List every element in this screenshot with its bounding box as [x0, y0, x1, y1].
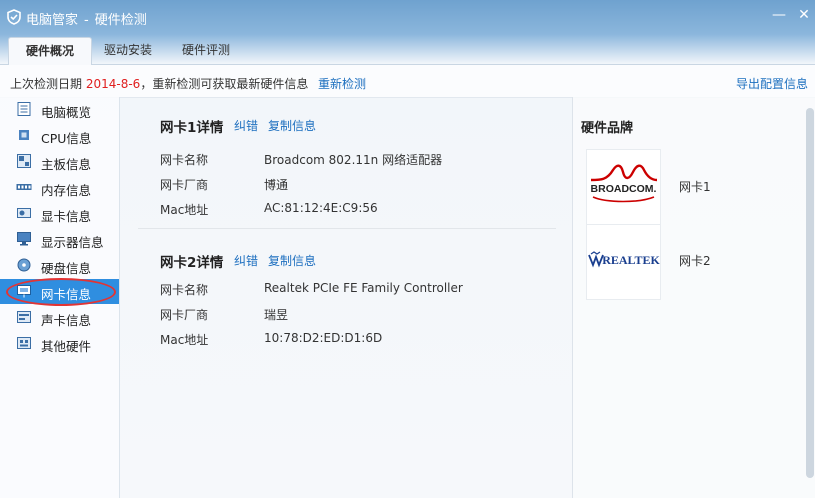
nic1-mac-label: Mac地址	[160, 203, 209, 217]
title-bar: 电脑管家 - 硬件检测 — ✕	[0, 0, 815, 34]
realtek-logo-text: REALTEK	[602, 253, 660, 267]
sidebar-item-other[interactable]: 其他硬件	[0, 331, 119, 356]
nic1-mac-value: AC:81:12:4E:C9:56	[264, 201, 378, 215]
section-name: 硬件检测	[94, 13, 147, 28]
section-divider	[138, 228, 556, 229]
broadcom-logo: BROADCOM.	[586, 149, 661, 225]
tab-hardware-benchmark[interactable]: 硬件评测	[170, 37, 242, 64]
tab-driver-install[interactable]: 驱动安装	[92, 37, 164, 64]
export-config-link[interactable]: 导出配置信息	[736, 75, 808, 92]
nic1-copy-link[interactable]: 复制信息	[268, 117, 316, 134]
tab-hardware-overview[interactable]: 硬件概况	[8, 37, 92, 65]
sound-icon	[16, 310, 32, 324]
sidebar-item-label: 显示器信息	[41, 235, 104, 250]
motherboard-icon	[16, 154, 32, 168]
other-icon	[16, 336, 32, 350]
sidebar-item-label: 电脑概览	[41, 105, 92, 120]
recheck-link[interactable]: 重新检测	[318, 75, 366, 92]
sidebar-item-memory[interactable]: 内存信息	[0, 175, 119, 200]
last-check-date: 2014-8-6	[85, 77, 141, 91]
nic2-mac-label: Mac地址	[160, 333, 209, 347]
sidebar-item-label: 声卡信息	[41, 313, 92, 328]
sidebar-item-sound[interactable]: 声卡信息	[0, 305, 119, 330]
sidebar-item-label: CPU信息	[41, 131, 92, 146]
app-name: 电脑管家	[26, 13, 79, 28]
minimize-button[interactable]: —	[768, 6, 790, 24]
sidebar-item-monitor[interactable]: 显示器信息	[0, 227, 119, 252]
nic2-name-label: 网卡名称	[160, 283, 209, 297]
sidebar-item-cpu[interactable]: CPU信息	[0, 123, 119, 148]
disk-icon	[16, 258, 32, 272]
brand2-label: 网卡2	[679, 254, 711, 268]
highlight-oval	[6, 278, 116, 306]
realtek-logo: REALTEK	[586, 224, 661, 300]
close-button[interactable]: ✕	[793, 6, 815, 24]
info-bar: 上次检测日期 2014-8-6，重新检测可获取最新硬件信息 重新检测 导出配置信…	[0, 65, 815, 98]
last-check-suffix: ，重新检测可获取最新硬件信息	[140, 77, 309, 91]
last-check-prefix: 上次检测日期	[10, 77, 83, 91]
title-separator: -	[84, 13, 89, 28]
last-check-text: 上次检测日期 2014-8-6，重新检测可获取最新硬件信息	[10, 75, 308, 92]
nic1-name-label: 网卡名称	[160, 153, 209, 167]
monitor-icon	[16, 232, 32, 246]
nic1-correct-link[interactable]: 纠错	[234, 117, 258, 134]
nic2-copy-link[interactable]: 复制信息	[268, 252, 316, 269]
nic1-name-value: Broadcom 802.11n 网络适配器	[264, 153, 443, 167]
nic1-vendor-value: 博通	[264, 178, 289, 192]
gpu-icon	[16, 206, 32, 220]
sidebar-item-overview[interactable]: 电脑概览	[0, 97, 119, 122]
sidebar-item-gpu[interactable]: 显卡信息	[0, 201, 119, 226]
main-content: 网卡1详情 纠错 复制信息 网卡名称 Broadcom 802.11n 网络适配…	[120, 97, 572, 498]
nic2-title: 网卡2详情	[160, 255, 224, 271]
brand-panel-title: 硬件品牌	[581, 121, 634, 136]
sidebar-item-label: 显卡信息	[41, 209, 92, 224]
sidebar-item-label: 其他硬件	[41, 339, 92, 354]
brand1-label: 网卡1	[679, 180, 711, 194]
nic2-name-value: Realtek PCIe FE Family Controller	[264, 281, 463, 295]
sidebar-item-label: 主板信息	[41, 157, 92, 172]
sidebar-item-disk[interactable]: 硬盘信息	[0, 253, 119, 278]
memory-icon	[16, 180, 32, 194]
brand-panel: 硬件品牌 BROADCOM. 网卡1 REALTEK 网卡2	[572, 97, 815, 498]
nic2-correct-link[interactable]: 纠错	[234, 252, 258, 269]
scrollbar[interactable]	[806, 108, 814, 478]
nic1-title: 网卡1详情	[160, 120, 224, 136]
nic2-vendor-label: 网卡厂商	[160, 308, 209, 322]
window-title: 电脑管家 - 硬件检测	[26, 9, 147, 28]
overview-icon	[16, 102, 32, 116]
sidebar-item-label: 内存信息	[41, 183, 92, 198]
sidebar-item-label: 硬盘信息	[41, 261, 92, 276]
cpu-icon	[16, 128, 32, 142]
nic2-mac-value: 10:78:D2:ED:D1:6D	[264, 331, 383, 345]
broadcom-logo-text: BROADCOM.	[591, 183, 657, 195]
nic2-vendor-value: 瑞昱	[264, 308, 289, 322]
sidebar-item-motherboard[interactable]: 主板信息	[0, 149, 119, 174]
tab-bar: 硬件概况 驱动安装 硬件评测	[0, 34, 815, 65]
nic1-vendor-label: 网卡厂商	[160, 178, 209, 192]
shield-logo-icon	[6, 9, 22, 25]
